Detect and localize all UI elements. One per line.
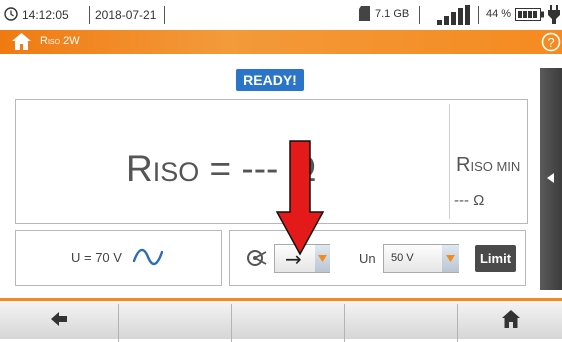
status-badge: READY! — [236, 69, 304, 91]
side-panel-tab[interactable] — [540, 68, 562, 290]
riso-min-label: RISO MIN — [456, 154, 520, 177]
dropdown-arrow-icon — [318, 255, 327, 262]
title-subscript: ISO — [47, 39, 61, 46]
divider — [89, 6, 90, 24]
un-label: Un — [359, 251, 376, 266]
dropdown-button[interactable] — [442, 245, 459, 272]
title-symbol: R — [40, 35, 48, 47]
divider — [164, 6, 165, 24]
battery-percent: 44 % — [486, 8, 512, 20]
signal-strength-icon — [437, 5, 470, 25]
controls-panel: → Un 50 V Limit — [229, 230, 526, 286]
title-suffix: 2W — [60, 35, 80, 47]
probe-icon — [247, 250, 267, 266]
un-value: 50 V — [391, 252, 414, 264]
battery-icon — [515, 8, 544, 21]
home-icon — [502, 310, 520, 328]
voltage-panel: U = 70 V — [15, 230, 222, 286]
toolbar-button-empty[interactable] — [345, 301, 457, 339]
divider — [449, 104, 450, 219]
sd-card-icon — [359, 6, 370, 21]
voltage-label: U = 70 V — [71, 250, 122, 265]
divider — [478, 6, 479, 24]
divider — [419, 6, 420, 24]
bottom-toolbar — [0, 298, 562, 342]
annotation-arrow-icon — [275, 140, 325, 256]
riso-min-symbol: R — [456, 154, 471, 176]
riso-min-subscript: ISO MIN — [470, 159, 521, 174]
status-bar: 14:12:05 2018-07-21 7.1 GB 44 % — [0, 0, 562, 30]
title-bar: RISO 2W ? — [0, 30, 562, 54]
clock-icon — [4, 7, 18, 21]
status-date: 2018-07-21 — [95, 8, 157, 22]
chevron-left-icon — [547, 173, 554, 183]
limit-button[interactable]: Limit — [475, 245, 516, 272]
back-button[interactable] — [0, 301, 118, 339]
ac-wave-icon — [133, 248, 163, 266]
toolbar-button-empty[interactable] — [119, 301, 231, 339]
help-icon[interactable]: ? — [541, 32, 561, 52]
main-reading-panel: RISO = --- Ω RISO MIN --- Ω — [15, 99, 528, 224]
power-plug-icon — [548, 5, 560, 24]
svg-text:?: ? — [547, 35, 554, 50]
status-time: 14:12:05 — [22, 8, 69, 22]
measurement-title: RISO 2W — [40, 35, 80, 47]
home-button[interactable] — [458, 301, 562, 339]
un-select[interactable]: 50 V — [383, 244, 459, 273]
riso-min-value: --- Ω — [454, 192, 485, 209]
dropdown-arrow-icon — [446, 255, 455, 262]
home-icon[interactable] — [12, 33, 31, 50]
riso-symbol: R — [126, 148, 153, 189]
toolbar-button-empty[interactable] — [232, 301, 344, 339]
back-arrow-icon — [51, 312, 67, 326]
riso-subscript: ISO — [152, 157, 200, 187]
storage-indicator: 7.1 GB — [375, 8, 410, 20]
